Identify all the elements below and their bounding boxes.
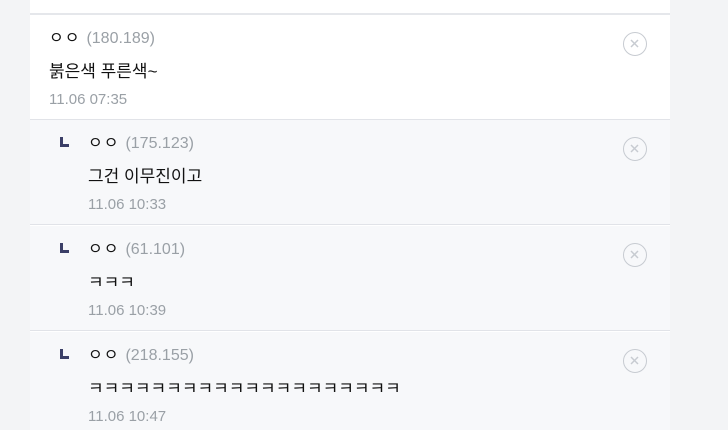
comment-ip: (175.123) [125, 135, 194, 152]
reply-item: ㅇㅇ (61.101) ㅋㅋㅋ 11.06 10:39 [30, 226, 670, 331]
comment-meta: ㅇㅇ (175.123) [88, 134, 194, 154]
delete-comment-button[interactable] [623, 349, 647, 373]
comment-list: ㅇㅇ (180.189) 붉은색 푸른색~ 11.06 07:35 ㅇㅇ (175.… [30, 0, 670, 430]
reply-arrow-icon [60, 137, 69, 147]
reply-item: ㅇㅇ (218.155) ㅋㅋㅋㅋㅋㅋㅋㅋㅋㅋㅋㅋㅋㅋㅋㅋㅋㅋㅋㅋ 11.06 1… [30, 332, 670, 430]
delete-comment-button[interactable] [623, 32, 647, 56]
comment-time: 11.06 07:35 [49, 91, 128, 108]
comment-item: ㅇㅇ (180.189) 붉은색 푸른색~ 11.06 07:35 [30, 15, 670, 120]
comment-time: 11.06 10:47 [88, 408, 167, 425]
comment-nickname[interactable]: ㅇㅇ [49, 30, 80, 47]
comment-text: ㅋㅋㅋ [88, 273, 135, 292]
close-circle-icon [630, 144, 639, 153]
reply-arrow-icon [60, 349, 69, 359]
delete-comment-button[interactable] [623, 243, 647, 267]
reply-item: ㅇㅇ (175.123) 그건 이무진이고 11.06 10:33 [30, 120, 670, 225]
comment-time: 11.06 10:33 [88, 196, 167, 213]
comment-text: 그건 이무진이고 [88, 167, 203, 186]
close-circle-icon [630, 39, 639, 48]
comment-ip: (218.155) [125, 347, 194, 364]
comment-ip: (180.189) [86, 30, 155, 47]
delete-comment-button[interactable] [623, 137, 647, 161]
comment-nickname[interactable]: ㅇㅇ [88, 347, 119, 364]
reply-arrow-icon [60, 243, 69, 253]
close-circle-icon [630, 356, 639, 365]
close-circle-icon [630, 250, 639, 259]
comment-ip: (61.101) [125, 241, 186, 258]
comment-nickname[interactable]: ㅇㅇ [88, 135, 119, 152]
comment-meta: ㅇㅇ (218.155) [88, 346, 194, 366]
comment-text: ㅋㅋㅋㅋㅋㅋㅋㅋㅋㅋㅋㅋㅋㅋㅋㅋㅋㅋㅋㅋ [88, 379, 401, 398]
comment-nickname[interactable]: ㅇㅇ [88, 241, 119, 258]
comment-meta: ㅇㅇ (180.189) [49, 29, 155, 49]
comment-text: 붉은색 푸른색~ [49, 62, 158, 81]
comment-time: 11.06 10:39 [88, 302, 167, 319]
comment-meta: ㅇㅇ (61.101) [88, 240, 185, 260]
